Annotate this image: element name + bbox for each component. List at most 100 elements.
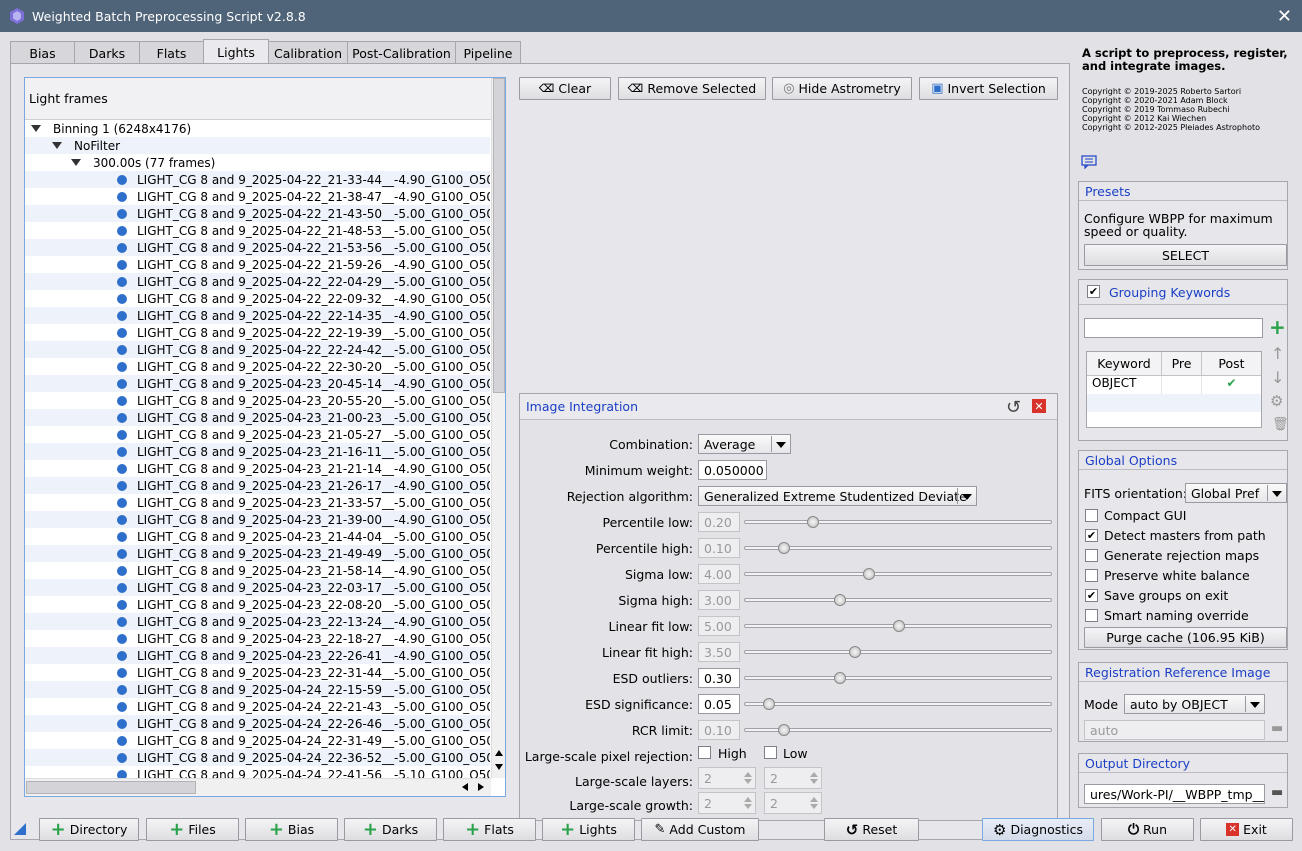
slider-handle[interactable] bbox=[762, 698, 775, 710]
folder-icon[interactable]: ▬ bbox=[1271, 785, 1283, 800]
scroll-thumb[interactable] bbox=[493, 78, 505, 393]
rejection-algorithm-select[interactable]: Generalized Extreme Studentized Deviate bbox=[698, 486, 977, 506]
light-frame-item[interactable]: LIGHT_CG 8 and 9_2025-04-22_21-48-53__-5… bbox=[25, 222, 490, 239]
light-frame-item[interactable]: LIGHT_CG 8 and 9_2025-04-22_22-24-42__-5… bbox=[25, 341, 490, 358]
trash-icon[interactable]: 🗑 bbox=[1272, 417, 1289, 432]
tab-pipeline[interactable]: Pipeline bbox=[455, 41, 521, 64]
param-input[interactable]: 4.00 bbox=[698, 564, 740, 584]
light-frame-item[interactable]: LIGHT_CG 8 and 9_2025-04-23_21-49-49__-5… bbox=[25, 545, 490, 562]
tree-horizontal-scrollbar[interactable] bbox=[25, 778, 491, 796]
param-slider[interactable] bbox=[744, 646, 1052, 658]
invert-selection-button[interactable]: ▣ Invert Selection bbox=[919, 77, 1058, 100]
image-integration-header[interactable]: Image Integration bbox=[520, 394, 1057, 420]
light-frame-item[interactable]: LIGHT_CG 8 and 9_2025-04-23_21-00-23__-5… bbox=[25, 409, 490, 426]
light-frame-item[interactable]: LIGHT_CG 8 and 9_2025-04-23_22-13-24__-4… bbox=[25, 613, 490, 630]
tree-node-exposure[interactable]: 300.00s (77 frames) bbox=[25, 154, 490, 171]
clear-button[interactable]: ⌫ Clear bbox=[519, 77, 611, 100]
param-slider[interactable] bbox=[744, 672, 1052, 684]
run-button[interactable]: ⏻ Run bbox=[1101, 818, 1194, 841]
option-checkbox[interactable] bbox=[1085, 509, 1098, 522]
param-slider[interactable] bbox=[744, 594, 1052, 606]
tree-node-binning[interactable]: Binning 1 (6248x4176) bbox=[25, 120, 490, 137]
minimum-weight-input[interactable]: 0.050000 bbox=[698, 460, 767, 480]
option-checkbox[interactable] bbox=[1085, 609, 1098, 622]
light-frame-item[interactable]: LIGHT_CG 8 and 9_2025-04-23_22-31-44__-5… bbox=[25, 664, 490, 681]
keyword-input[interactable] bbox=[1084, 318, 1263, 338]
param-input[interactable]: 0.10 bbox=[698, 538, 740, 558]
add-directory-button[interactable]: + Directory bbox=[39, 818, 139, 841]
light-frame-item[interactable]: LIGHT_CG 8 and 9_2025-04-22_22-14-35__-4… bbox=[25, 307, 490, 324]
param-input[interactable]: 0.20 bbox=[698, 512, 740, 532]
light-frame-item[interactable]: LIGHT_CG 8 and 9_2025-04-23_22-18-27__-4… bbox=[25, 630, 490, 647]
move-down-icon[interactable]: ↓ bbox=[1271, 368, 1284, 387]
option-checkbox[interactable] bbox=[1085, 569, 1098, 582]
tab-bias[interactable]: Bias bbox=[10, 41, 75, 64]
slider-handle[interactable] bbox=[863, 568, 876, 580]
light-frame-item[interactable]: LIGHT_CG 8 and 9_2025-04-22_22-19-39__-5… bbox=[25, 324, 490, 341]
resize-corner-icon[interactable] bbox=[14, 823, 26, 835]
param-input[interactable]: 0.30 bbox=[698, 668, 740, 688]
light-frame-item[interactable]: LIGHT_CG 8 and 9_2025-04-23_22-26-41__-4… bbox=[25, 647, 490, 664]
lsr-low-checkbox[interactable] bbox=[764, 746, 777, 759]
light-frame-item[interactable]: LIGHT_CG 8 and 9_2025-04-24_22-26-46__-5… bbox=[25, 715, 490, 732]
tree-node-filter[interactable]: NoFilter bbox=[25, 137, 490, 154]
tab-flats[interactable]: Flats bbox=[139, 41, 204, 64]
scroll-left-icon[interactable] bbox=[462, 783, 468, 791]
param-slider[interactable] bbox=[744, 516, 1052, 528]
slider-handle[interactable] bbox=[777, 542, 790, 554]
scroll-right-icon[interactable] bbox=[478, 783, 484, 791]
slider-handle[interactable] bbox=[807, 516, 820, 528]
param-slider[interactable] bbox=[744, 568, 1052, 580]
param-input[interactable]: 0.05 bbox=[698, 694, 740, 714]
light-frame-item[interactable]: LIGHT_CG 8 and 9_2025-04-22_22-09-32__-4… bbox=[25, 290, 490, 307]
param-slider[interactable] bbox=[744, 542, 1052, 554]
light-frame-item[interactable]: LIGHT_CG 8 and 9_2025-04-22_22-30-20__-5… bbox=[25, 358, 490, 375]
light-frame-item[interactable]: LIGHT_CG 8 and 9_2025-04-22_21-33-44__-4… bbox=[25, 171, 490, 188]
tab-lights[interactable]: Lights bbox=[203, 39, 269, 64]
light-frame-item[interactable]: LIGHT_CG 8 and 9_2025-04-23_21-58-14__-4… bbox=[25, 562, 490, 579]
combination-select[interactable]: Average bbox=[698, 434, 791, 454]
layers-low-spinbox[interactable]: 2 bbox=[764, 767, 822, 789]
reset-icon[interactable]: ↺ bbox=[1006, 397, 1021, 418]
close-section-icon[interactable]: ✕ bbox=[1032, 399, 1046, 413]
growth-high-spinbox[interactable]: 2 bbox=[698, 792, 756, 814]
expand-triangle-icon[interactable] bbox=[71, 159, 81, 166]
registration-mode-select[interactable]: auto by OBJECT bbox=[1124, 694, 1265, 714]
slider-handle[interactable] bbox=[833, 594, 846, 606]
tab-post-calibration[interactable]: Post-Calibration bbox=[347, 41, 456, 64]
option-checkbox[interactable] bbox=[1085, 549, 1098, 562]
slider-handle[interactable] bbox=[848, 646, 861, 658]
light-frame-item[interactable]: LIGHT_CG 8 and 9_2025-04-23_21-26-17__-4… bbox=[25, 477, 490, 494]
add-keyword-icon[interactable]: + bbox=[1269, 317, 1286, 337]
comment-icon[interactable] bbox=[1081, 155, 1097, 169]
param-input[interactable]: 3.50 bbox=[698, 642, 740, 662]
light-frame-item[interactable]: LIGHT_CG 8 and 9_2025-04-24_22-21-43__-5… bbox=[25, 698, 490, 715]
layers-high-spinbox[interactable]: 2 bbox=[698, 767, 756, 789]
scroll-down-icon[interactable] bbox=[495, 764, 503, 770]
light-frame-item[interactable]: LIGHT_CG 8 and 9_2025-04-23_21-21-14__-4… bbox=[25, 460, 490, 477]
param-input[interactable]: 0.10 bbox=[698, 720, 740, 740]
option-checkbox[interactable]: ✔ bbox=[1085, 589, 1098, 602]
light-frame-item[interactable]: LIGHT_CG 8 and 9_2025-04-23_21-05-27__-5… bbox=[25, 426, 490, 443]
slider-handle[interactable] bbox=[833, 672, 846, 684]
light-frame-item[interactable]: LIGHT_CG 8 and 9_2025-04-23_20-55-20__-5… bbox=[25, 392, 490, 409]
light-frame-item[interactable]: LIGHT_CG 8 and 9_2025-04-24_22-31-49__-5… bbox=[25, 732, 490, 749]
slider-handle[interactable] bbox=[777, 724, 790, 736]
fits-orientation-select[interactable]: Global Pref bbox=[1185, 483, 1287, 503]
param-input[interactable]: 5.00 bbox=[698, 616, 740, 636]
hide-astrometry-button[interactable]: ◎ Hide Astrometry bbox=[772, 77, 912, 100]
light-frames-tree[interactable]: Light frames Binning 1 (6248x4176) NoFil… bbox=[24, 77, 506, 797]
add-flats-button[interactable]: + Flats bbox=[443, 818, 536, 841]
add-lights-button[interactable]: + Lights bbox=[542, 818, 635, 841]
light-frame-item[interactable]: LIGHT_CG 8 and 9_2025-04-24_22-36-52__-5… bbox=[25, 749, 490, 766]
param-input[interactable]: 3.00 bbox=[698, 590, 740, 610]
purge-cache-button[interactable]: Purge cache (106.95 KiB) bbox=[1084, 627, 1287, 648]
light-frame-item[interactable]: LIGHT_CG 8 and 9_2025-04-22_21-53-56__-5… bbox=[25, 239, 490, 256]
remove-selected-button[interactable]: ⌫ Remove Selected bbox=[618, 77, 766, 100]
light-frame-item[interactable]: LIGHT_CG 8 and 9_2025-04-23_22-03-17__-5… bbox=[25, 579, 490, 596]
param-slider[interactable] bbox=[744, 698, 1052, 710]
add-custom-button[interactable]: ✎ Add Custom bbox=[641, 818, 759, 841]
add-bias-button[interactable]: + Bias bbox=[245, 818, 338, 841]
light-frame-item[interactable]: LIGHT_CG 8 and 9_2025-04-22_21-38-47__-4… bbox=[25, 188, 490, 205]
light-frame-item[interactable]: LIGHT_CG 8 and 9_2025-04-22_21-43-50__-5… bbox=[25, 205, 490, 222]
